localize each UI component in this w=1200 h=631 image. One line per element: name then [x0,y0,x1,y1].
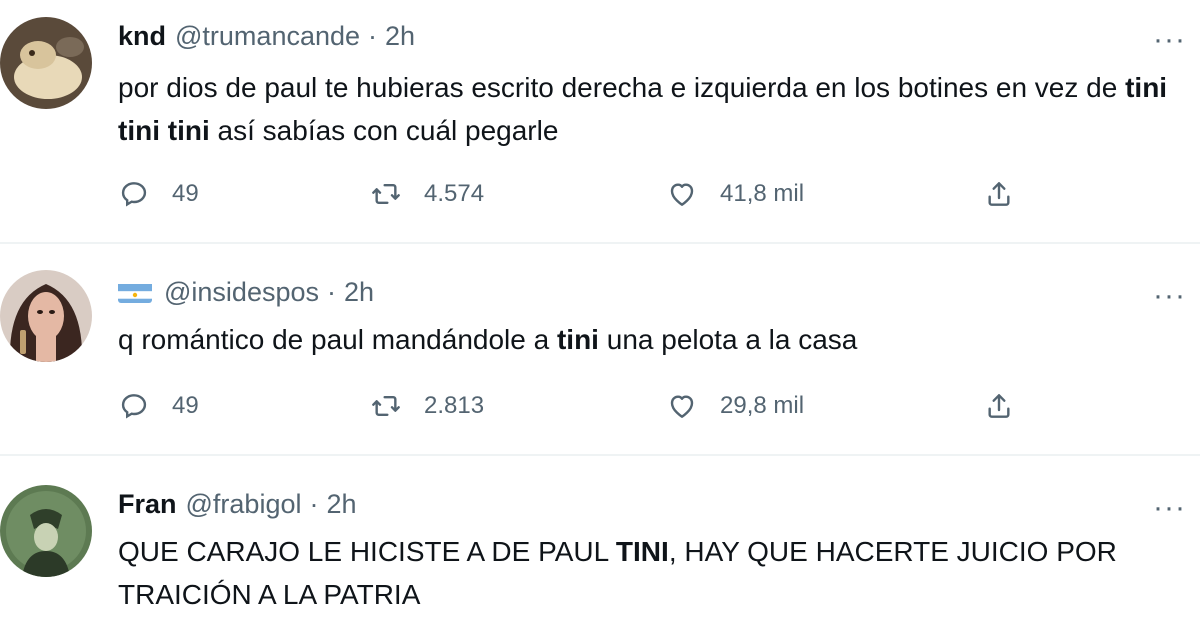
timestamp[interactable]: 2h [344,276,374,308]
share-button[interactable] [983,178,1015,210]
timestamp[interactable]: 2h [385,20,415,52]
tweet-2[interactable]: @insidespos · 2h ··· q romántico de paul… [0,244,1200,456]
heart-icon [670,183,694,206]
tweet-text-part: una pelota a la casa [598,324,858,355]
tweet-actions: 49 4.574 41,8 mil [118,178,1178,214]
tweet-text: q romántico de paul mandándole a tini un… [118,318,1178,361]
display-name[interactable]: Fran [118,488,177,520]
tweet-text: QUE CARAJO LE HICISTE A DE PAUL TINI, HA… [118,530,1168,616]
tweet-header: knd @trumancande · 2h [118,20,415,52]
reply-count: 49 [172,180,199,207]
retweet-count: 4.574 [424,180,485,207]
more-options-icon[interactable]: ··· [1153,281,1186,311]
avatar[interactable] [0,485,92,577]
like-button[interactable]: 41,8 mil [666,178,804,210]
heart-icon [670,395,694,418]
more-options-icon[interactable]: ··· [1153,493,1186,523]
reply-button[interactable]: 49 [118,178,199,210]
retweet-icon [372,184,400,204]
share-icon [988,394,1010,418]
like-count: 41,8 mil [720,180,805,207]
retweet-icon [372,396,400,416]
tweet-actions: 49 2.813 29,8 mil [118,390,1178,426]
avatar[interactable] [0,270,92,362]
tweet-text-highlight: tini [556,324,599,355]
share-button[interactable] [983,390,1015,422]
reply-icon [121,182,147,207]
user-handle[interactable]: @trumancande [175,20,360,52]
separator: · [309,489,319,519]
tweet-text-highlight: TINI [615,536,669,567]
tweet-text-part: QUE CARAJO LE HICISTE A DE PAUL [118,536,616,567]
tweet-header: @insidespos · 2h [118,276,374,308]
user-handle[interactable]: @frabigol [186,488,302,520]
share-icon [988,182,1010,206]
tweet-header: Fran @frabigol · 2h [118,488,357,520]
reply-count: 49 [172,392,199,419]
reply-button[interactable]: 49 [118,390,199,422]
tweet-text: por dios de paul te hubieras escrito der… [118,66,1168,152]
timestamp[interactable]: 2h [326,488,356,520]
reply-icon [121,394,147,419]
like-button[interactable]: 29,8 mil [666,390,804,422]
argentina-flag-icon [118,281,152,303]
user-handle[interactable]: @insidespos [164,276,319,308]
tweet-3[interactable]: Fran @frabigol · 2h ··· QUE CARAJO LE HI… [0,456,1200,631]
tweet-text-part: por dios de paul te hubieras escrito der… [118,72,1126,103]
display-name[interactable]: knd [118,20,166,52]
retweet-button[interactable]: 4.574 [370,178,484,210]
separator: · [327,277,336,307]
more-options-icon[interactable]: ··· [1153,25,1186,55]
avatar[interactable] [0,17,92,109]
tweet-text-part: q romántico de paul mandándole a [118,324,557,355]
tweet-1[interactable]: knd @trumancande · 2h ··· por dios de pa… [0,0,1200,244]
like-count: 29,8 mil [720,392,805,419]
separator: · [368,21,378,51]
retweet-button[interactable]: 2.813 [370,390,484,422]
retweet-count: 2.813 [424,392,485,419]
tweet-text-part: así sabías con cuál pegarle [209,115,559,146]
